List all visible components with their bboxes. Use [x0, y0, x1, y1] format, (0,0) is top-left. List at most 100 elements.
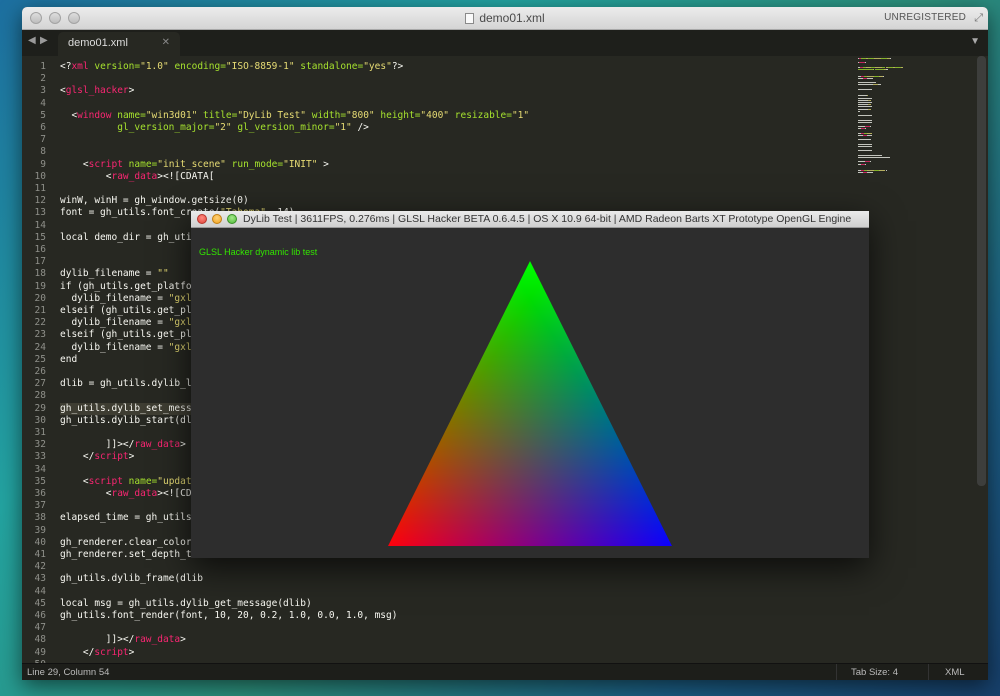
- code-token: gh_renderer.set_depth_tes: [60, 549, 203, 560]
- line-number: 1: [40, 61, 46, 72]
- code-line[interactable]: winW, winH = gh_window.getsize(0): [60, 195, 249, 207]
- code-line[interactable]: end: [60, 354, 77, 366]
- code-token: if (gh_utils.get_platform: [60, 280, 203, 292]
- code-line[interactable]: elapsed_time = gh_utils.: [60, 512, 197, 524]
- fullscreen-icon[interactable]: ⤢: [974, 12, 983, 24]
- vertical-scrollbar[interactable]: [977, 56, 986, 486]
- title-bar[interactable]: demo01.xml UNREGISTERED ⤢: [22, 7, 988, 30]
- code-token: ><![CDATA[: [157, 170, 215, 182]
- code-line[interactable]: dylib_filename = "": [60, 268, 169, 280]
- minimap-stroke: [858, 139, 872, 141]
- code-line[interactable]: <?xml version="1.0" encoding="ISO-8859-1…: [60, 61, 403, 73]
- code-line[interactable]: gh_utils.dylib_start(dlib: [60, 415, 203, 427]
- back-arrow-icon[interactable]: ◀: [28, 35, 36, 46]
- gl-close-button[interactable]: [197, 214, 207, 224]
- code-line[interactable]: gh_utils.dylib_frame(dlib: [60, 573, 203, 585]
- gl-zoom-button[interactable]: [227, 214, 237, 224]
- code-token: script: [88, 475, 123, 487]
- minimap-stroke: [858, 143, 872, 145]
- line-number: 47: [34, 622, 46, 634]
- code-line[interactable]: local demo_dir = gh_utils: [60, 232, 203, 244]
- code-token: <: [60, 170, 112, 182]
- minimap-stroke: [868, 108, 872, 110]
- minimap-stroke: [858, 102, 872, 103]
- code-line[interactable]: if (gh_utils.get_platform: [60, 281, 203, 293]
- code-line[interactable]: <script name="init_scene" run_mode="INIT…: [60, 159, 329, 171]
- minimap-stroke: [889, 58, 891, 59]
- code-line[interactable]: </script>: [60, 451, 135, 463]
- rgb-triangle: [388, 261, 672, 546]
- code-line[interactable]: elseif (gh_utils.get_plat: [60, 329, 203, 341]
- gl-title-bar[interactable]: DyLib Test | 3611FPS, 0.276ms | GLSL Hac…: [191, 211, 869, 228]
- code-line[interactable]: dylib_filename = "gxl_: [60, 293, 197, 305]
- minimap-stroke: [858, 126, 866, 128]
- minimap-stroke: [858, 69, 873, 70]
- code-line[interactable]: dlib = gh_utils.dylib_loa: [60, 378, 203, 390]
- code-line[interactable]: <window name="win3d01" title="DyLib Test…: [60, 110, 529, 122]
- minimap-stroke: [882, 75, 884, 77]
- code-token: elseif (gh_utils.get_plat: [60, 329, 203, 341]
- code-token: gh_utils.dylib_start(dlib: [60, 414, 203, 426]
- code-line[interactable]: <raw_data><![CDATA[: [60, 170, 215, 183]
- code-token: raw_data: [134, 634, 181, 646]
- code-line[interactable]: gh_renderer.clear_color_c: [60, 537, 203, 549]
- code-token: "INIT": [283, 158, 318, 170]
- dropdown-icon[interactable]: ▼: [970, 36, 980, 47]
- code-token: dylib_filename =: [60, 317, 169, 329]
- tab-size-selector[interactable]: Tab Size: 4: [836, 664, 928, 680]
- line-number: 25: [34, 353, 46, 365]
- line-number: 20: [34, 292, 46, 304]
- code-line[interactable]: <script name="update_: [60, 476, 203, 488]
- line-number: 7: [40, 134, 46, 146]
- line-number: 34: [34, 463, 46, 475]
- code-line[interactable]: gh_utils.font_render(font, 10, 20, 0.2, …: [60, 610, 397, 622]
- tab-demo01[interactable]: demo01.xml ✕: [58, 32, 180, 56]
- minimap-stroke: [858, 154, 883, 156]
- code-line[interactable]: gl_version_major="2" gl_version_minor="1…: [60, 122, 369, 134]
- gl-window-title: DyLib Test | 3611FPS, 0.276ms | GLSL Hac…: [243, 213, 852, 225]
- gl-overlay-text: GLSL Hacker dynamic lib test: [199, 247, 318, 257]
- minimap-stroke: [858, 157, 891, 158]
- code-line[interactable]: dylib_filename = "gxl_: [60, 342, 197, 354]
- line-number: 27: [34, 378, 46, 390]
- gl-minimize-button[interactable]: [212, 214, 222, 224]
- code-token: end: [60, 353, 78, 365]
- code-line[interactable]: ]]></raw_data>: [60, 439, 186, 451]
- minimap-stroke: [867, 172, 873, 174]
- line-number: 43: [34, 573, 46, 585]
- code-line[interactable]: <glsl_hacker>: [60, 85, 134, 97]
- line-number: 29: [34, 402, 46, 414]
- line-number: 38: [34, 512, 46, 524]
- line-number: 39: [34, 524, 46, 536]
- code-token: dlib = gh_utils.dylib_loa: [60, 378, 203, 390]
- code-token: >: [128, 646, 135, 658]
- code-line[interactable]: <raw_data><![CDAT: [60, 488, 203, 500]
- code-token: ?>: [391, 61, 404, 72]
- code-token: name=: [111, 109, 146, 121]
- code-line[interactable]: dylib_filename = "gxl_: [60, 317, 197, 329]
- code-token: local demo_dir = gh_utils: [60, 231, 203, 243]
- code-token: <: [60, 488, 112, 499]
- code-line[interactable]: local msg = gh_utils.dylib_get_message(d…: [60, 598, 312, 610]
- code-line[interactable]: gh_renderer.set_depth_tes: [60, 549, 203, 561]
- syntax-selector[interactable]: XML: [928, 664, 988, 680]
- minimap-stroke: [874, 69, 885, 70]
- code-token: version=: [88, 61, 141, 72]
- code-token: dylib_filename =: [60, 268, 158, 280]
- minimap-stroke: [858, 146, 872, 147]
- code-token: gh_utils.dylib_set_messag: [60, 402, 203, 414]
- line-number: 42: [34, 561, 46, 573]
- code-line[interactable]: ]]></raw_data>: [60, 634, 186, 646]
- code-token: gh_utils.font_render(font, 10, 20, 0.2, …: [60, 610, 398, 621]
- line-number: 30: [34, 414, 46, 426]
- gl-canvas[interactable]: GLSL Hacker dynamic lib test: [191, 228, 869, 558]
- tab-close-icon[interactable]: ✕: [162, 37, 170, 48]
- forward-arrow-icon[interactable]: ▶: [40, 35, 48, 46]
- code-line[interactable]: elseif (gh_utils.get_plat: [60, 305, 203, 317]
- minimap-stroke: [867, 135, 872, 136]
- code-token: "1": [511, 109, 530, 121]
- code-line[interactable]: </script>: [60, 646, 135, 659]
- minimap[interactable]: [856, 56, 938, 186]
- line-number: 33: [34, 451, 46, 463]
- minimap-stroke: [877, 84, 881, 86]
